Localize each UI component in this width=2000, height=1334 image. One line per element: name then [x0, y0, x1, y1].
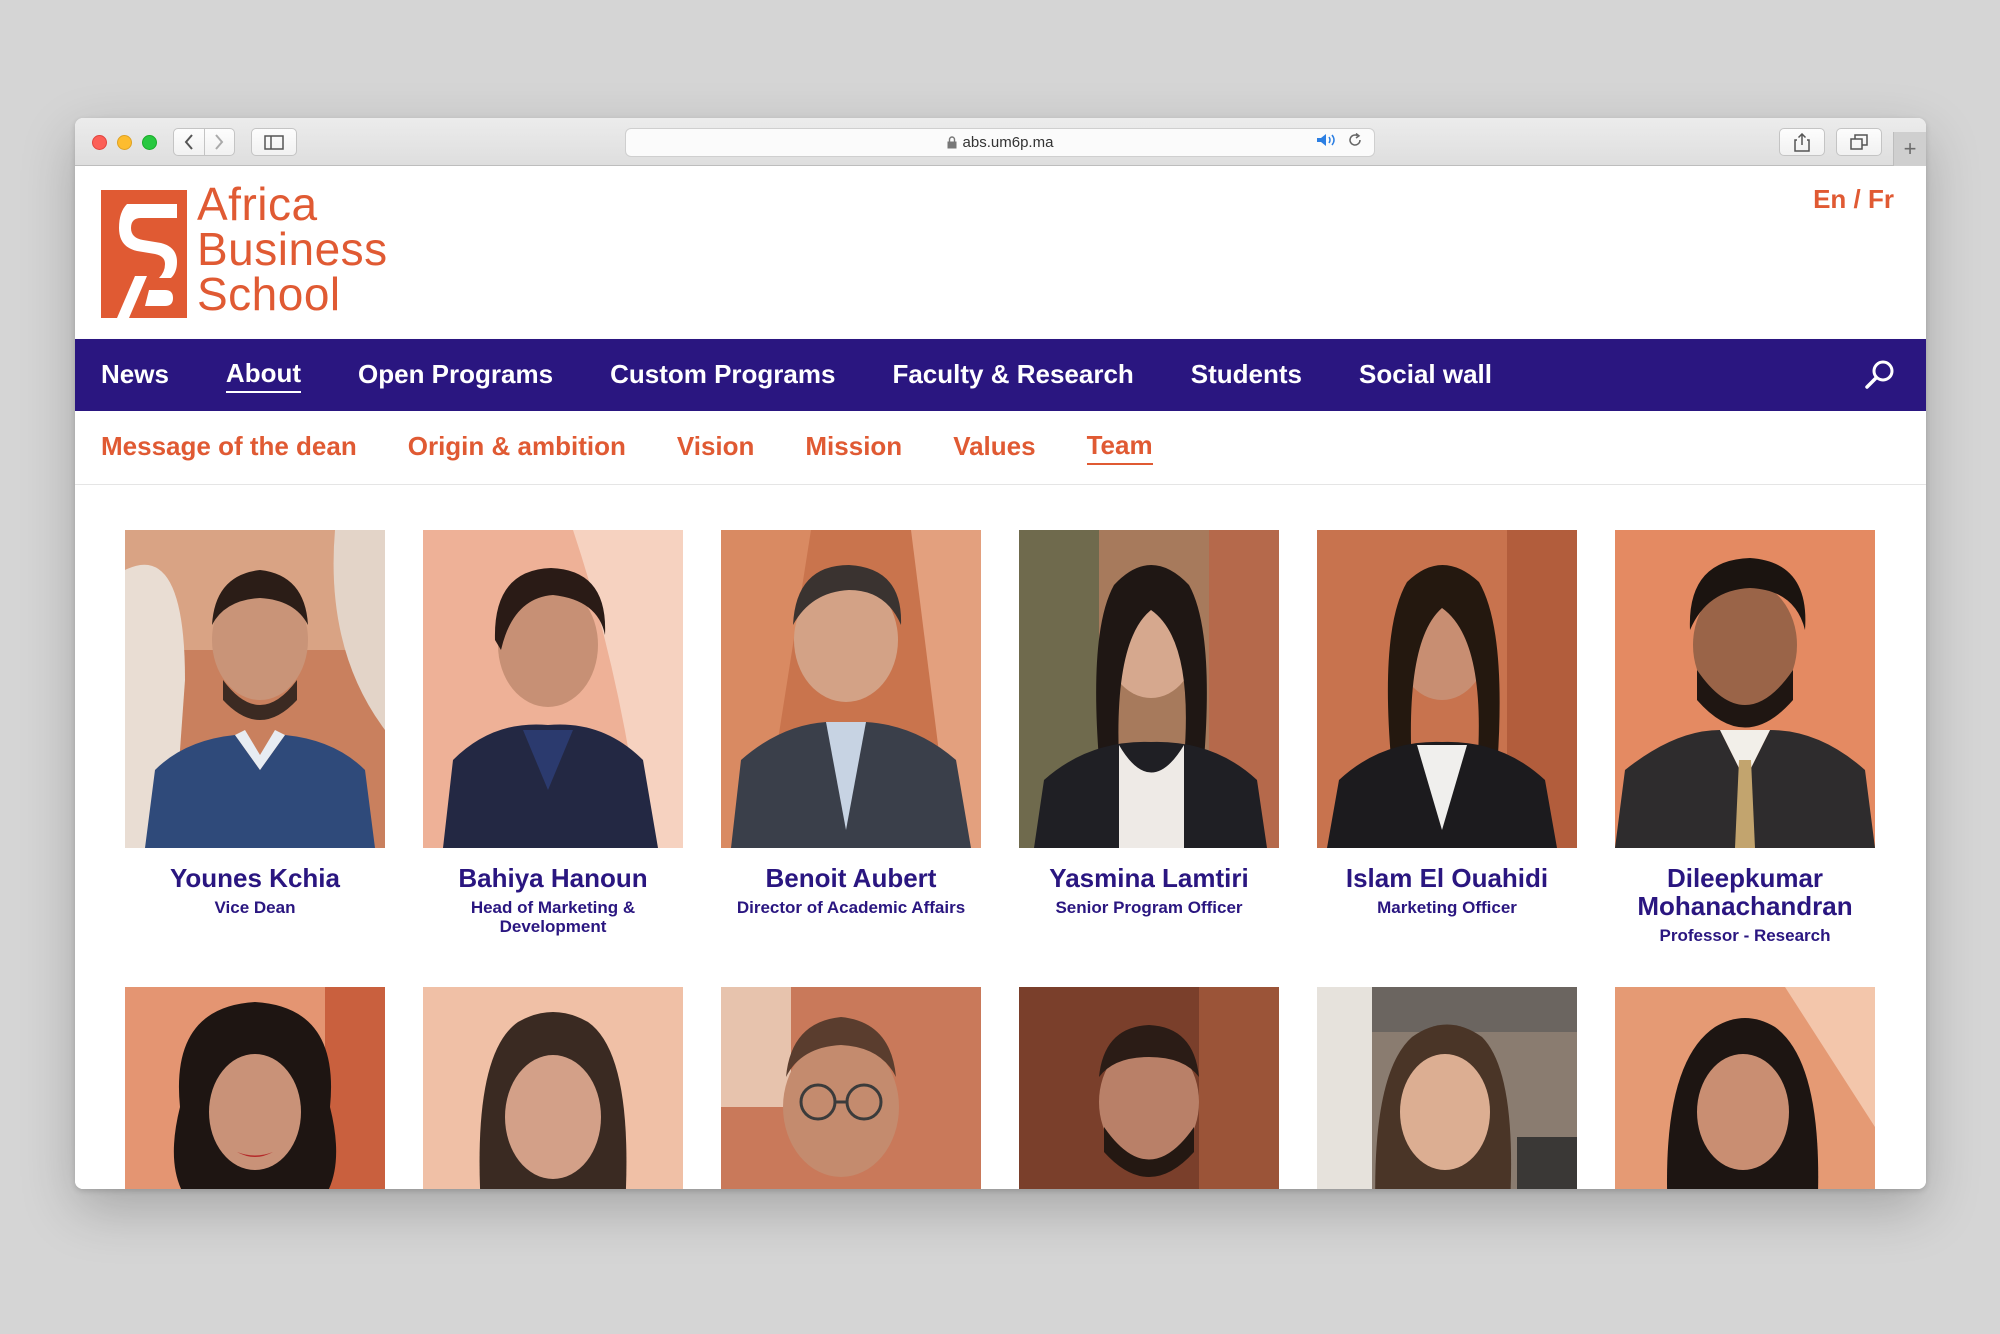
search-icon — [1865, 360, 1894, 389]
team-card[interactable] — [1317, 987, 1577, 1189]
nav-item-social-wall[interactable]: Social wall — [1359, 359, 1492, 392]
team-member-name: Benoit Aubert — [765, 863, 937, 893]
reload-icon[interactable] — [1348, 133, 1362, 147]
nav-item-news[interactable]: News — [101, 359, 169, 392]
team-member-name: Dileepkumar Mohanachandran — [1637, 863, 1853, 921]
brand-line-3: School — [197, 268, 341, 320]
team-card[interactable] — [1615, 987, 1875, 1189]
brand-wordmark[interactable]: Africa Business School — [197, 178, 388, 320]
team-member-name: Yasmina Lamtiri — [1049, 863, 1249, 893]
team-photo — [1019, 987, 1279, 1189]
plus-icon: + — [1903, 136, 1917, 161]
team-card[interactable] — [1019, 987, 1279, 1189]
chevron-left-icon — [184, 134, 193, 150]
zoom-window-button[interactable] — [142, 135, 157, 150]
team-photo — [721, 530, 981, 848]
team-photo — [125, 987, 385, 1189]
subnav-item-message-of-the-dean[interactable]: Message of the dean — [101, 431, 357, 464]
team-card[interactable]: Bahiya Hanoun Head of Marketing & Develo… — [423, 530, 683, 936]
team-photo — [125, 530, 385, 848]
browser-toolbar: abs.um6p.ma + — [75, 118, 1926, 166]
team-member-name: Younes Kchia — [169, 863, 340, 893]
team-member-name: Bahiya Hanoun — [458, 863, 648, 893]
share-button[interactable] — [1779, 128, 1825, 156]
team-photo — [423, 530, 683, 848]
lock-icon — [947, 136, 957, 149]
team-card[interactable]: Younes Kchia Vice Dean — [125, 530, 385, 917]
sidebar-toggle-button[interactable] — [251, 128, 297, 156]
brand-line-1: Africa — [197, 178, 318, 230]
team-member-role: Senior Program Officer — [1055, 898, 1243, 917]
main-nav: News About Open Programs Custom Programs… — [75, 339, 1926, 411]
forward-button[interactable] — [205, 129, 235, 155]
team-photo — [423, 987, 683, 1189]
tab-overview-button[interactable] — [1836, 128, 1882, 156]
team-member-role: Professor - Research — [1659, 926, 1831, 945]
url-text: abs.um6p.ma — [962, 134, 1054, 151]
subnav-item-values[interactable]: Values — [953, 431, 1035, 464]
team-member-role: Vice Dean — [214, 898, 296, 917]
share-icon — [1794, 132, 1810, 152]
subnav-item-vision[interactable]: Vision — [677, 431, 755, 464]
subnav-item-origin-ambition[interactable]: Origin & ambition — [408, 431, 626, 464]
brand-line-2: Business — [197, 223, 388, 275]
minimize-window-button[interactable] — [117, 135, 132, 150]
team-member-role: Head of Marketing & Development — [470, 898, 636, 936]
nav-item-students[interactable]: Students — [1191, 359, 1302, 392]
team-photo — [721, 987, 981, 1189]
team-card[interactable] — [721, 987, 981, 1189]
sub-nav: Message of the dean Origin & ambition Vi… — [75, 411, 1926, 485]
nav-item-custom-programs[interactable]: Custom Programs — [610, 359, 835, 392]
subnav-item-mission[interactable]: Mission — [805, 431, 902, 464]
team-photo — [1317, 530, 1577, 848]
team-card[interactable] — [125, 987, 385, 1189]
team-photo — [1615, 987, 1875, 1189]
nav-item-about[interactable]: About — [225, 358, 302, 393]
site-header: Africa Business School En / Fr — [75, 166, 1926, 339]
team-photo — [1317, 987, 1577, 1189]
team-member-role: Director of Academic Affairs — [736, 898, 966, 917]
team-photo — [1019, 530, 1279, 848]
language-switcher[interactable]: En / Fr — [1813, 184, 1894, 215]
browser-window: abs.um6p.ma + Africa Business School En … — [75, 118, 1926, 1189]
speaker-icon[interactable] — [1316, 133, 1338, 147]
team-photo — [1615, 530, 1875, 848]
close-window-button[interactable] — [92, 135, 107, 150]
team-grid: Younes Kchia Vice Dean Bahiya Hanoun Hea… — [75, 485, 1926, 1189]
nav-item-faculty-research[interactable]: Faculty & Research — [892, 359, 1133, 392]
back-forward-group — [173, 128, 235, 156]
subnav-item-team[interactable]: Team — [1086, 430, 1153, 465]
team-card[interactable] — [423, 987, 683, 1189]
team-card[interactable]: Yasmina Lamtiri Senior Program Officer — [1019, 530, 1279, 917]
team-member-name: Islam El Ouahidi — [1345, 863, 1549, 893]
chevron-right-icon — [215, 134, 224, 150]
back-button[interactable] — [174, 129, 204, 155]
team-member-role: Marketing Officer — [1377, 898, 1517, 917]
team-card[interactable]: Dileepkumar Mohanachandran Professor - R… — [1615, 530, 1875, 945]
sidebar-icon — [264, 134, 284, 150]
nav-item-open-programs[interactable]: Open Programs — [358, 359, 553, 392]
abs-logo-icon[interactable] — [101, 190, 187, 318]
team-card[interactable]: Islam El Ouahidi Marketing Officer — [1317, 530, 1577, 917]
address-bar[interactable]: abs.um6p.ma — [625, 128, 1375, 157]
team-card[interactable]: Benoit Aubert Director of Academic Affai… — [721, 530, 981, 917]
tabs-icon — [1850, 134, 1868, 150]
new-tab-button[interactable]: + — [1893, 132, 1926, 166]
search-button[interactable] — [1864, 359, 1896, 396]
